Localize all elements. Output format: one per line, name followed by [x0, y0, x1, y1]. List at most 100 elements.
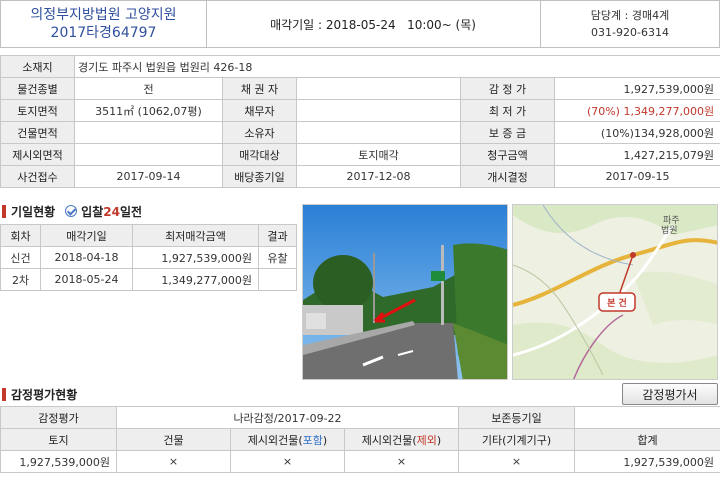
address-row: 소재지 경기도 파주시 법원읍 법원리 426-18	[0, 55, 720, 78]
appraisal-header: 기타(기계기구)	[458, 428, 575, 451]
info-value	[296, 99, 461, 122]
header-text: )	[436, 433, 442, 447]
appraisal-value: 1,927,539,000원	[0, 450, 117, 473]
info-label: 개시결정	[460, 165, 555, 188]
map-place-label: 파주	[663, 215, 680, 226]
history-header-row: 회차 매각기일 최저매각금액 결과	[0, 224, 297, 247]
sale-history-table: 회차 매각기일 최저매각금액 결과 신건 2018-04-18 1,927,53…	[0, 224, 297, 291]
info-label: 채무자	[222, 99, 297, 122]
header-include: 포함	[302, 433, 323, 447]
info-label: 감 정 가	[460, 77, 555, 100]
appraisal-report-button[interactable]: 감정평가서	[622, 383, 718, 405]
bid-prefix: 입찰	[81, 204, 104, 219]
info-row: 물건종별 전 채 권 자 감 정 가 1,927,539,000원	[0, 77, 720, 100]
property-info-table: 소재지 경기도 파주시 법원읍 법원리 426-18 물건종별 전 채 권 자 …	[0, 55, 720, 188]
appraisal-table: 감정평가 나라감정/2017-09-22 보존등기일 토지 건물 제시외건물(포…	[0, 406, 720, 473]
map-place-label-2: 법원	[661, 225, 678, 236]
section-marker-icon	[2, 204, 6, 218]
appraisal-header: 제시외건물(포함)	[230, 428, 345, 451]
appraisal-value: ×	[344, 450, 459, 473]
appraisal-info-row: 감정평가 나라감정/2017-09-22 보존등기일	[0, 406, 720, 429]
info-value	[296, 121, 461, 144]
section-marker-icon	[2, 387, 6, 401]
appraisal-label: 감정평가	[0, 406, 117, 429]
history-title: 기일현황	[11, 204, 56, 219]
appraisal-header: 건물	[116, 428, 231, 451]
manager-block: 담당계 : 경매4계 031-920-6314	[540, 1, 719, 47]
appraisal-value: ×	[230, 450, 345, 473]
appraisal-header-row: 토지 건물 제시외건물(포함) 제시외건물(제외) 기타(기계기구) 합계	[0, 428, 720, 451]
history-price: 1,349,277,000원	[132, 268, 259, 291]
location-map-image: 파주 법원 본 건	[513, 205, 717, 379]
table-row: 2차 2018-05-24 1,349,277,000원	[0, 268, 297, 291]
info-value	[74, 121, 223, 144]
info-label: 청구금액	[460, 143, 555, 166]
info-label: 소유자	[222, 121, 297, 144]
minimum-price: (70%) 1,349,277,000원	[553, 99, 720, 122]
deposit: (10%)134,928,000원	[553, 121, 720, 144]
history-price: 1,927,539,000원	[132, 246, 259, 269]
info-label: 매각대상	[222, 143, 297, 166]
appraisal-value: ×	[116, 450, 231, 473]
info-label: 채 권 자	[222, 77, 297, 100]
history-date: 2018-05-24	[40, 268, 133, 291]
info-value	[296, 77, 461, 100]
header-text: 제시외건물(	[247, 433, 303, 447]
info-row: 건물면적 소유자 보 증 금 (10%)134,928,000원	[0, 121, 720, 144]
history-result	[258, 268, 297, 291]
info-label: 제시외면적	[0, 143, 75, 166]
bid-suffix: 일전	[119, 204, 143, 219]
appraisal-header: 제시외건물(제외)	[344, 428, 459, 451]
reserve-value	[574, 406, 720, 429]
info-label: 배당종기일	[222, 165, 297, 188]
street-photo[interactable]	[302, 204, 508, 380]
history-header: 최저매각금액	[132, 224, 259, 247]
info-label: 사건접수	[0, 165, 75, 188]
info-row: 제시외면적 매각대상 토지매각 청구금액 1,427,215,079원	[0, 143, 720, 166]
history-round: 2차	[0, 268, 41, 291]
info-value	[74, 143, 223, 166]
info-value: 2017-12-08	[296, 165, 461, 188]
header-text: )	[322, 433, 328, 447]
history-heading: 기일현황 입찰24일전	[2, 203, 142, 219]
info-value: 토지매각	[296, 143, 461, 166]
history-header: 결과	[258, 224, 297, 247]
check-circle-icon	[65, 205, 78, 217]
appraisal-value-row: 1,927,539,000원 × × × × 1,927,539,000원	[0, 450, 720, 473]
info-label: 건물면적	[0, 121, 75, 144]
appraisal-value: 1,927,539,000원	[574, 450, 720, 473]
info-label: 토지면적	[0, 99, 75, 122]
info-value: 3511㎡ (1062,07평)	[74, 99, 223, 122]
info-label: 보 증 금	[460, 121, 555, 144]
court-name: 의정부지방법원 고양지원	[30, 7, 177, 23]
header-exclude: 제외	[416, 433, 437, 447]
info-row: 사건접수 2017-09-14 배당종기일 2017-12-08 개시결정 20…	[0, 165, 720, 188]
appraisal-header: 토지	[0, 428, 117, 451]
appraisal-agency: 나라감정/2017-09-22	[116, 406, 459, 429]
claim-amount: 1,427,215,079원	[553, 143, 720, 166]
reserve-label: 보존등기일	[458, 406, 575, 429]
history-result: 유찰	[258, 246, 297, 269]
info-value: 2017-09-14	[74, 165, 223, 188]
address-value: 경기도 파주시 법원읍 법원리 426-18	[73, 55, 720, 78]
street-photo-image	[303, 205, 507, 379]
location-map[interactable]: 파주 법원 본 건	[512, 204, 718, 380]
table-row: 신건 2018-04-18 1,927,539,000원 유찰	[0, 246, 297, 269]
appraisal-header: 합계	[574, 428, 720, 451]
bid-days: 24	[103, 204, 120, 219]
appraisal-heading: 감정평가현황	[2, 386, 77, 402]
history-header: 회차	[0, 224, 41, 247]
appraisal-title: 감정평가현황	[11, 387, 78, 402]
info-value: 전	[74, 77, 223, 100]
info-row: 토지면적 3511㎡ (1062,07평) 채무자 최 저 가 (70%) 1,…	[0, 99, 720, 122]
info-value: 2017-09-15	[553, 165, 720, 188]
address-label: 소재지	[0, 55, 75, 78]
info-label: 물건종별	[0, 77, 75, 100]
court-block: 의정부지방법원 고양지원 2017타경64797	[1, 1, 207, 47]
case-number: 2017타경64797	[50, 25, 157, 41]
map-marker-label: 본 건	[607, 297, 627, 309]
appraisal-price: 1,927,539,000원	[553, 77, 720, 100]
appraisal-value: ×	[458, 450, 575, 473]
sale-date: 매각기일 : 2018-05-24 10:00~ (목)	[270, 17, 476, 32]
manager-dept: 담당계 : 경매4계	[590, 9, 670, 22]
